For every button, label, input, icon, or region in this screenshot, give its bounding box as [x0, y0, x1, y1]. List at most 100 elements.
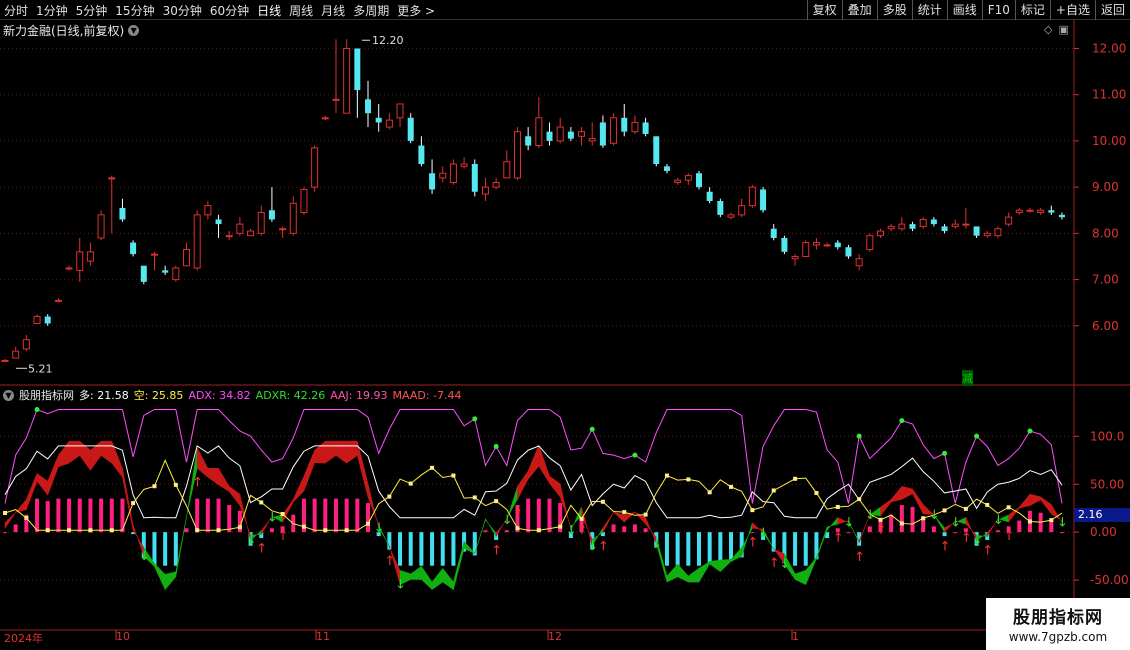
kong-dot — [387, 494, 392, 499]
candle-body — [236, 223, 244, 234]
macd-bar — [675, 532, 680, 566]
macd-bar — [1060, 532, 1064, 534]
date-label: 10 — [116, 630, 130, 643]
date-label: 2024年 — [4, 632, 43, 645]
candle-body — [289, 202, 297, 234]
kong-dot — [643, 512, 648, 517]
peak-dot — [974, 433, 980, 439]
trend-ribbon — [720, 559, 732, 573]
candle-body — [898, 223, 906, 230]
kong-dot — [921, 516, 926, 521]
kong-dot — [878, 517, 883, 522]
ind-axis-label: 100.0 — [1090, 429, 1124, 443]
sell-arrow-icon: ↓ — [502, 513, 513, 528]
macd-bar — [3, 532, 7, 534]
peak-dot — [1027, 428, 1033, 434]
buy-arrow-icon: ↑ — [577, 523, 588, 538]
price-axis-label: 12.00 — [1092, 41, 1126, 55]
kong-dot — [600, 499, 605, 504]
peak-dot — [493, 443, 499, 449]
candle-body — [460, 163, 468, 167]
trend-ribbon — [325, 440, 337, 464]
macd-bar — [430, 532, 435, 566]
macd-bar — [536, 498, 541, 533]
candle-body — [653, 136, 660, 165]
trend-ribbon — [164, 571, 177, 591]
candle-body — [663, 166, 670, 171]
candle-body — [834, 242, 841, 248]
trend-ribbon — [100, 440, 113, 464]
sell-arrow-icon: ↓ — [395, 578, 406, 593]
kong-dot — [430, 465, 435, 470]
sell-arrow-icon: ↓ — [929, 508, 940, 523]
candle-body — [525, 136, 532, 146]
candle-body — [941, 226, 948, 232]
price-axis-label: 11.00 — [1092, 88, 1126, 102]
sell-arrow-icon: ↓ — [566, 523, 577, 538]
candle-body — [973, 226, 980, 236]
trend-ribbon — [442, 567, 454, 591]
chart-app: { "toolbar": { "periods": ["分时","1分钟","5… — [0, 0, 1130, 650]
trend-ribbon — [68, 440, 80, 464]
macd-bar — [504, 530, 509, 533]
candle-body — [706, 191, 713, 201]
sell-arrow-icon: ↓ — [950, 516, 961, 531]
macd-bar — [88, 498, 93, 533]
candle-body — [621, 117, 628, 132]
buy-arrow-icon: ↑ — [598, 539, 609, 554]
macd-bar — [931, 526, 936, 533]
candle-body — [1037, 209, 1045, 214]
peak-dot — [472, 416, 478, 422]
kong-dot — [366, 521, 371, 526]
sell-arrow-icon: ↓ — [972, 534, 983, 549]
kong-dot — [195, 528, 200, 533]
buy-arrow-icon: ↑ — [192, 475, 203, 490]
sell-arrow-icon: ↓ — [1057, 516, 1068, 531]
macd-bar — [355, 498, 360, 533]
candle-body — [471, 164, 478, 192]
kong-dot — [88, 528, 93, 533]
candle-body — [887, 225, 895, 230]
candle-body — [130, 242, 137, 255]
low-label: 5.21 — [28, 362, 53, 375]
macd-bar — [333, 498, 338, 533]
current-indicator-value: 2.16 — [1074, 508, 1130, 522]
macd-bar — [109, 498, 114, 533]
macd-bar — [163, 532, 168, 566]
trend-ribbon — [485, 517, 497, 538]
ind-axis-label: 50.00 — [1090, 477, 1124, 491]
candle-body — [86, 251, 94, 262]
kong-dot — [942, 508, 947, 513]
candle-body — [876, 230, 884, 237]
trend-ribbon — [303, 450, 315, 492]
kong-dot — [558, 524, 563, 529]
buy-arrow-icon: ↑ — [875, 523, 886, 538]
candle-body — [97, 214, 105, 239]
chart-canvas[interactable]: 12.0011.0010.009.008.007.006.00100.050.0… — [0, 0, 1130, 650]
kong-dot — [814, 490, 819, 495]
candle-body — [44, 316, 51, 324]
buy-arrow-icon: ↑ — [982, 544, 993, 559]
candle-body — [1059, 214, 1065, 218]
peak-dot — [899, 418, 905, 424]
high-label: 12.20 — [372, 34, 404, 47]
kong-dot — [793, 476, 798, 481]
macd-bar — [99, 498, 104, 533]
trend-ribbon — [901, 486, 913, 500]
macd-bar — [419, 532, 424, 566]
macd-bar — [205, 498, 210, 533]
candle-body — [1048, 210, 1055, 213]
trend-ribbon — [58, 440, 70, 468]
watermark: 股朋指标网 www.7gpzb.com — [986, 598, 1130, 650]
kong-dot — [451, 473, 456, 478]
macd-bar — [547, 498, 552, 533]
candle-body — [354, 48, 361, 91]
candle-body — [193, 214, 201, 269]
kong-dot — [515, 526, 520, 531]
candle-body — [279, 228, 287, 231]
trend-ribbon — [154, 562, 166, 590]
candle-body — [631, 121, 639, 133]
candle-body — [183, 249, 191, 267]
kong-dot — [24, 515, 29, 520]
candle-body — [717, 201, 724, 215]
